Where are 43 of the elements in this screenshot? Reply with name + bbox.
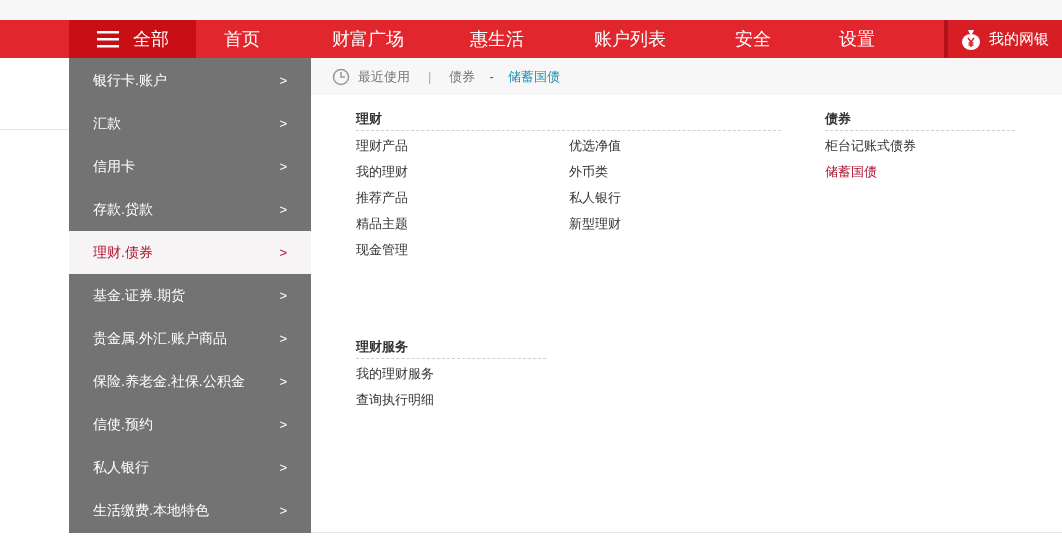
menu-icon <box>96 30 119 48</box>
nav-tab[interactable]: 安全 <box>714 20 792 58</box>
submenu-link[interactable]: 柜台记账式债券 <box>825 133 916 159</box>
submenu-link[interactable]: 查询执行明细 <box>356 387 434 413</box>
my-bank-button[interactable]: 我的网银 <box>944 20 1062 58</box>
submenu-link[interactable]: 新型理财 <box>568 211 781 237</box>
menu-item[interactable]: 贵金属.外汇.账户商品 > <box>69 317 311 360</box>
nav-tab[interactable]: 设置 <box>792 20 922 58</box>
separator-text: | <box>428 67 432 86</box>
menu-item[interactable]: 信用卡 > <box>69 145 311 188</box>
submenu-link[interactable]: 理财产品 <box>356 133 569 159</box>
submenu-link[interactable]: 现金管理 <box>356 237 569 263</box>
recent-label: 最近使用 <box>358 67 410 86</box>
menu-item[interactable]: 理财.债券 > <box>69 231 311 274</box>
submenu-link[interactable]: 储蓄国债 <box>825 159 916 185</box>
all-menu-button[interactable]: 全部 <box>69 20 196 58</box>
submenu-link[interactable]: 私人银行 <box>568 185 781 211</box>
submenu-link[interactable]: 推荐产品 <box>356 185 569 211</box>
group-title: 理财服务 <box>356 337 408 356</box>
group-title: 理财 <box>356 109 382 128</box>
submenu-link[interactable]: 精品主题 <box>356 211 569 237</box>
clock-icon <box>332 67 350 86</box>
recent-path-link[interactable]: 储蓄国债 <box>507 66 560 87</box>
money-bag-icon <box>961 28 981 50</box>
recent-path-link[interactable]: 债券 <box>449 66 476 87</box>
menu-item[interactable]: 银行卡.账户 > <box>69 59 311 102</box>
nav-tab[interactable]: 账户列表 <box>546 20 714 58</box>
submenu-link[interactable]: 优选净值 <box>568 133 781 159</box>
dash-text: - <box>489 67 494 86</box>
group-title: 债券 <box>825 109 851 128</box>
submenu-link[interactable]: 我的理财服务 <box>356 361 434 387</box>
menu-item[interactable]: 生活缴费.本地特色 > <box>69 489 311 532</box>
nav-tab[interactable]: 首页 <box>196 20 288 58</box>
menu-item[interactable]: 私人银行 > <box>69 446 311 489</box>
nav-tab[interactable]: 财富广场 <box>288 20 448 58</box>
nav-tab[interactable]: 惠生活 <box>448 20 546 58</box>
menu-item[interactable]: 保险.养老金.社保.公积金 > <box>69 360 311 403</box>
menu-item[interactable]: 信使.预约 > <box>69 403 311 446</box>
menu-item[interactable]: 存款.贷款 > <box>69 188 311 231</box>
menu-item[interactable]: 基金.证券.期货 > <box>69 274 311 317</box>
submenu-link[interactable]: 外币类 <box>568 159 781 185</box>
submenu-link[interactable]: 我的理财 <box>356 159 569 185</box>
menu-item[interactable]: 汇款 > <box>69 102 311 145</box>
